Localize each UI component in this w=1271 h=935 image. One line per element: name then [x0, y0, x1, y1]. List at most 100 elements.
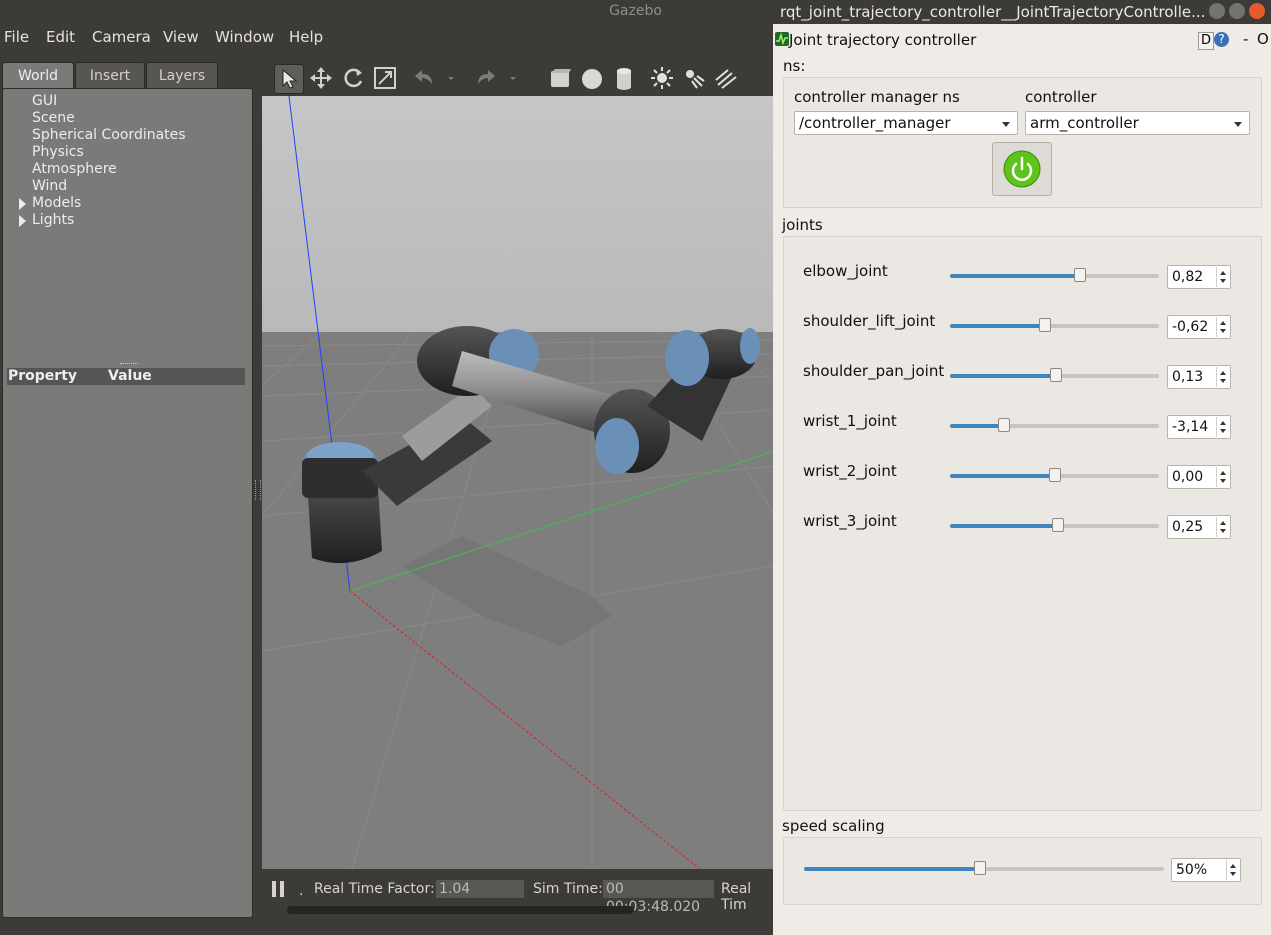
scale-icon[interactable]: [371, 64, 399, 92]
menu-file[interactable]: File: [4, 28, 29, 46]
joint-value-spinbox[interactable]: 0,82: [1167, 265, 1231, 289]
joint-slider[interactable]: [950, 418, 1159, 432]
directional-light-icon[interactable]: [712, 64, 740, 92]
gazebo-menu-bar: File Edit Camera View Window Help: [0, 24, 775, 50]
expand-arrow-icon[interactable]: [19, 198, 26, 210]
select-icon[interactable]: [274, 64, 304, 94]
spin-up-icon[interactable]: [1220, 371, 1226, 375]
help-icon[interactable]: ?: [1214, 32, 1229, 47]
controller-select[interactable]: arm_controller: [1025, 111, 1250, 135]
dock-button[interactable]: D: [1198, 32, 1214, 50]
spin-up-icon[interactable]: [1220, 271, 1226, 275]
joint-slider-handle[interactable]: [1049, 468, 1061, 482]
menu-window[interactable]: Window: [215, 28, 274, 46]
tree-item-wind[interactable]: Wind: [32, 178, 67, 194]
plugin-icon: [775, 32, 789, 46]
3d-viewport[interactable]: [262, 96, 775, 869]
spin-down-icon[interactable]: [1230, 872, 1236, 876]
box-icon[interactable]: [546, 64, 574, 92]
tree-item-lights[interactable]: Lights: [32, 212, 74, 228]
horizontal-scrollbar[interactable]: [287, 906, 634, 914]
expand-arrow-icon[interactable]: [19, 215, 26, 227]
joint-slider-fill: [950, 474, 1055, 478]
spin-up-icon[interactable]: [1220, 471, 1226, 475]
menu-view[interactable]: View: [163, 28, 199, 46]
pause-icon-bar[interactable]: [280, 881, 284, 897]
joint-value-spinbox[interactable]: 0,00: [1167, 465, 1231, 489]
plugin-title: Joint trajectory controller: [789, 31, 977, 49]
speed-scaling-slider[interactable]: [804, 861, 1164, 875]
left-panel-splitter[interactable]: [255, 480, 261, 500]
tree-item-spherical-coordinates[interactable]: Spherical Coordinates: [32, 127, 186, 143]
joint-slider[interactable]: [950, 268, 1159, 282]
joint-slider-handle[interactable]: [1074, 268, 1086, 282]
spin-up-icon[interactable]: [1220, 321, 1226, 325]
speed-scaling-label: speed scaling: [782, 817, 885, 835]
controller-enable-button[interactable]: [992, 142, 1052, 196]
redo-dropdown-icon[interactable]: [506, 64, 520, 92]
speed-scaling-spinbox[interactable]: 50%: [1171, 858, 1241, 882]
panel-splitter-handle[interactable]: [120, 363, 138, 367]
joint-slider-handle[interactable]: [1050, 368, 1062, 382]
joint-value-spinbox[interactable]: -0,62: [1167, 315, 1231, 339]
joints-label: joints: [782, 216, 823, 234]
spin-up-icon[interactable]: [1230, 864, 1236, 868]
tab-insert[interactable]: Insert: [75, 62, 145, 89]
spin-down-icon[interactable]: [1220, 429, 1226, 433]
tree-item-atmosphere[interactable]: Atmosphere: [32, 161, 117, 177]
controller-manager-ns-select[interactable]: /controller_manager: [794, 111, 1018, 135]
joint-value-spinbox[interactable]: 0,25: [1167, 515, 1231, 539]
joint-slider[interactable]: [950, 368, 1159, 382]
spin-separator: [1216, 267, 1217, 287]
joint-value-spinbox[interactable]: -3,14: [1167, 415, 1231, 439]
tab-layers[interactable]: Layers: [146, 62, 218, 89]
spin-down-icon[interactable]: [1220, 279, 1226, 283]
undo-dropdown-icon[interactable]: [444, 64, 458, 92]
joint-slider[interactable]: [950, 468, 1159, 482]
spin-up-icon[interactable]: [1220, 521, 1226, 525]
joint-value: -0,62: [1172, 319, 1209, 335]
menu-help[interactable]: Help: [289, 28, 323, 46]
step-label[interactable]: .: [299, 883, 303, 899]
maximize-icon[interactable]: [1229, 3, 1245, 19]
menu-camera[interactable]: Camera: [92, 28, 151, 46]
rotate-icon[interactable]: [339, 64, 367, 92]
joint-value-spinbox[interactable]: 0,13: [1167, 365, 1231, 389]
pause-icon[interactable]: [272, 881, 276, 897]
joint-name: elbow_joint: [803, 262, 888, 280]
translate-icon[interactable]: [307, 64, 335, 92]
cylinder-icon[interactable]: [610, 64, 638, 92]
tree-item-models[interactable]: Models: [32, 195, 81, 211]
tree-item-gui[interactable]: GUI: [32, 93, 57, 109]
close-icon[interactable]: [1249, 3, 1265, 19]
spin-down-icon[interactable]: [1220, 479, 1226, 483]
tree-item-scene[interactable]: Scene: [32, 110, 75, 126]
joint-name: shoulder_pan_joint: [803, 362, 945, 380]
close-plugin-button[interactable]: O: [1257, 30, 1269, 48]
joint-slider-handle[interactable]: [1039, 318, 1051, 332]
sphere-icon[interactable]: [578, 64, 606, 92]
undo-icon[interactable]: [410, 64, 438, 92]
real-time-factor-label: Real Time Factor:: [314, 881, 435, 897]
point-light-icon[interactable]: [648, 64, 676, 92]
redo-icon[interactable]: [472, 64, 500, 92]
tab-world[interactable]: World: [2, 62, 74, 89]
spin-down-icon[interactable]: [1220, 529, 1226, 533]
joint-slider-fill: [950, 374, 1056, 378]
speed-scaling-slider-handle[interactable]: [974, 861, 986, 875]
controller-manager-ns-value: /controller_manager: [799, 114, 951, 132]
rqt-window: rqt_joint_trajectory_controller__JointTr…: [773, 0, 1271, 935]
spin-down-icon[interactable]: [1220, 379, 1226, 383]
joint-slider[interactable]: [950, 518, 1159, 532]
joint-slider[interactable]: [950, 318, 1159, 332]
joint-slider-handle[interactable]: [1052, 518, 1064, 532]
menu-edit[interactable]: Edit: [46, 28, 75, 46]
spin-up-icon[interactable]: [1220, 421, 1226, 425]
tree-item-physics[interactable]: Physics: [32, 144, 84, 160]
spin-separator: [1216, 467, 1217, 487]
spin-down-icon[interactable]: [1220, 329, 1226, 333]
joint-slider-handle[interactable]: [998, 418, 1010, 432]
spot-light-icon[interactable]: [680, 64, 708, 92]
minimize-plugin-button[interactable]: -: [1243, 30, 1248, 48]
minimize-icon[interactable]: [1209, 3, 1225, 19]
